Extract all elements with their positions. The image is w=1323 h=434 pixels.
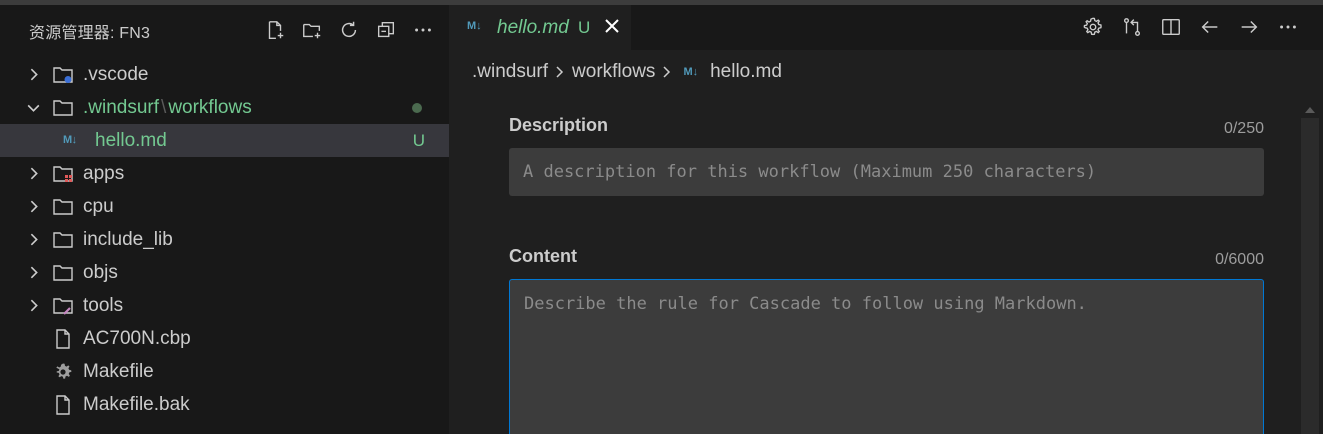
file-tree: .vscode .windsurf \ workflows M↓ hello.md … xyxy=(0,58,449,421)
split-editor-icon[interactable] xyxy=(1158,14,1184,40)
tree-item-hello-md[interactable]: M↓ hello.md U xyxy=(0,124,449,157)
more-icon[interactable] xyxy=(1275,14,1301,40)
markdown-icon: M↓ xyxy=(63,134,77,146)
content-label: Content xyxy=(509,246,577,266)
chevron-right-icon xyxy=(30,68,38,81)
explorer-actions xyxy=(263,18,435,42)
tree-item-label: apps xyxy=(83,162,125,184)
description-counter: 0/250 xyxy=(1223,120,1264,137)
explorer-sidebar: 资源管理器: FN3 .vscode .windsurf \ workflows… xyxy=(0,5,449,434)
tree-item-label: .windsurf \ workflows xyxy=(83,97,252,119)
folder-tools-icon xyxy=(53,298,73,315)
chevron-down-icon xyxy=(27,104,40,112)
breadcrumb: .windsurf workflows M↓ hello.md xyxy=(449,50,1323,94)
chevron-right-icon xyxy=(663,66,671,78)
description-input[interactable] xyxy=(509,148,1264,196)
compare-changes-icon[interactable] xyxy=(1119,14,1145,40)
folder-icon xyxy=(53,232,73,248)
chevron-right-icon xyxy=(30,233,38,246)
scrollbar-thumb[interactable] xyxy=(1301,118,1319,434)
scroll-up-icon[interactable] xyxy=(1304,106,1316,114)
tree-item-label: Makefile xyxy=(83,360,154,382)
tab-hello-md[interactable]: M↓ hello.md U xyxy=(449,5,631,50)
folder-icon xyxy=(53,265,73,281)
tree-item-objs[interactable]: objs xyxy=(0,256,449,289)
file-icon xyxy=(56,329,70,349)
tree-item-ac700n-cbp[interactable]: AC700N.cbp xyxy=(0,322,449,355)
arrow-left-icon[interactable] xyxy=(1197,14,1223,40)
folder-icon xyxy=(53,199,73,215)
tree-item-label: hello.md xyxy=(95,129,167,151)
editor-actions xyxy=(1080,14,1301,40)
markdown-icon: M↓ xyxy=(467,20,482,32)
tree-item-makefile[interactable]: Makefile xyxy=(0,355,449,388)
tree-item-label: AC700N.cbp xyxy=(83,327,191,349)
more-icon[interactable] xyxy=(411,18,435,42)
folder-segment-workflows: workflows xyxy=(168,96,252,118)
git-status-badge: U xyxy=(412,130,425,150)
collapse-all-icon[interactable] xyxy=(374,18,398,42)
path-separator: \ xyxy=(161,96,167,118)
tree-item-cpu[interactable]: cpu xyxy=(0,190,449,223)
tree-item-tools[interactable]: tools xyxy=(0,289,449,322)
description-label: Description xyxy=(509,115,609,135)
gear-icon[interactable] xyxy=(1080,14,1106,40)
refresh-icon[interactable] xyxy=(337,18,361,42)
chevron-right-icon xyxy=(30,266,38,279)
folder-icon xyxy=(53,100,73,116)
content-textarea[interactable] xyxy=(509,279,1264,434)
arrow-right-icon[interactable] xyxy=(1236,14,1262,40)
content-counter: 0/6000 xyxy=(1215,251,1264,268)
explorer-title: 资源管理器: FN3 xyxy=(29,25,151,42)
file-icon xyxy=(56,395,70,415)
tree-item-apps[interactable]: apps xyxy=(0,157,449,190)
new-folder-icon[interactable] xyxy=(300,18,324,42)
gear-icon xyxy=(56,363,72,379)
explorer-header: 资源管理器: FN3 xyxy=(0,5,449,57)
tree-item-windsurf-workflows[interactable]: .windsurf \ workflows xyxy=(0,91,449,124)
tree-item-label: objs xyxy=(83,261,118,283)
folder-vscode-icon xyxy=(53,67,73,83)
chevron-right-icon xyxy=(30,299,38,312)
git-modified-dot xyxy=(412,103,422,113)
breadcrumb-item[interactable]: hello.md xyxy=(710,61,782,83)
tree-item-makefile-bak[interactable]: Makefile.bak xyxy=(0,388,449,421)
editor-area: M↓ hello.md U .windsurf workflows M↓ hel… xyxy=(449,5,1323,434)
chevron-right-icon xyxy=(30,167,38,180)
tree-item-label: tools xyxy=(83,294,124,316)
chevron-right-icon xyxy=(30,200,38,213)
tree-item-vscode[interactable]: .vscode xyxy=(0,58,449,91)
breadcrumb-item[interactable]: workflows xyxy=(572,61,655,83)
tab-label: hello.md xyxy=(497,17,569,38)
breadcrumb-item[interactable]: .windsurf xyxy=(472,61,548,83)
tree-item-label: .vscode xyxy=(83,63,149,85)
tree-item-label: cpu xyxy=(83,195,114,217)
vertical-scrollbar[interactable] xyxy=(1296,106,1323,434)
git-status-badge: U xyxy=(578,18,591,37)
tab-bar: M↓ hello.md U xyxy=(449,5,1323,50)
chevron-right-icon xyxy=(556,66,564,78)
folder-apps-icon xyxy=(53,166,73,182)
markdown-icon: M↓ xyxy=(683,66,699,78)
new-file-icon[interactable] xyxy=(263,18,287,42)
close-icon[interactable] xyxy=(601,15,623,37)
tree-item-label: Makefile.bak xyxy=(83,393,190,415)
tree-item-include-lib[interactable]: include_lib xyxy=(0,223,449,256)
folder-segment-windsurf: .windsurf xyxy=(83,96,160,118)
tree-item-label: include_lib xyxy=(83,228,173,250)
